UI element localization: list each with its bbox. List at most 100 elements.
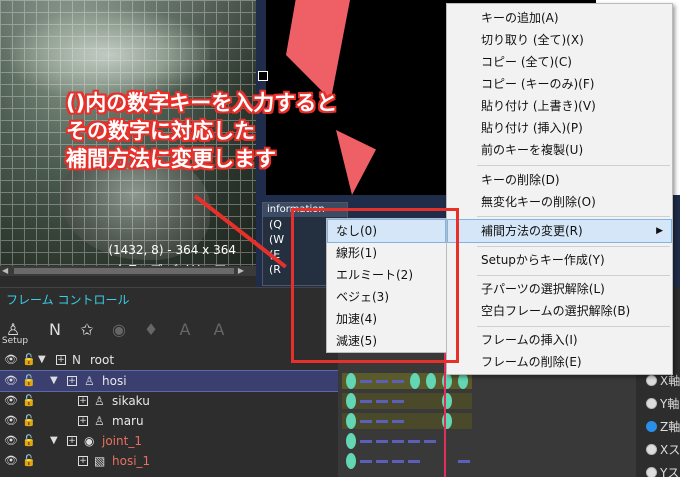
property-z-axis[interactable]: Z軸	[646, 418, 680, 435]
expand-box-icon[interactable]: +	[78, 396, 88, 406]
keyframe[interactable]	[346, 393, 356, 409]
joint-icon: ◉	[84, 434, 95, 448]
lock-icon[interactable]: 🔓	[22, 350, 36, 370]
add-part-button[interactable]: ✩	[74, 316, 100, 346]
menu-item-cut-all[interactable]: 切り取り (全て)(X)	[448, 29, 671, 51]
menu-item-duplicate-prev[interactable]: 前のキーを複製(U)	[448, 139, 671, 161]
eye-icon[interactable]: 👁	[4, 350, 18, 370]
radio-icon[interactable]	[646, 444, 657, 455]
a-redo-icon: A	[213, 320, 225, 339]
scroll-thumb[interactable]	[14, 268, 234, 274]
tree-row-sikaku[interactable]: 👁 🔓 + ♙ sikaku	[0, 391, 338, 411]
person-icon: ♙	[84, 374, 95, 388]
eye-icon[interactable]: 👁	[4, 411, 18, 431]
property-y-axis[interactable]: Y軸	[646, 395, 679, 412]
menu-item-delete-frame[interactable]: フレームの削除(E)	[448, 351, 671, 373]
keyframe[interactable]	[410, 373, 420, 389]
keyframe[interactable]	[346, 433, 356, 449]
interp-line	[376, 440, 388, 443]
keyframe[interactable]	[346, 373, 356, 389]
tree-item-label: root	[90, 353, 115, 367]
radio-icon[interactable]	[646, 398, 657, 409]
add-joint-button[interactable]: ◉	[106, 316, 132, 346]
interp-line	[392, 400, 404, 403]
menu-item-key-from-setup[interactable]: Setupからキー作成(Y)	[448, 249, 671, 271]
annotation-line: その数字に対応した	[66, 119, 255, 143]
keyframe[interactable]	[458, 373, 468, 389]
frame-control-title: フレーム コントロール	[6, 293, 130, 307]
pink-shape[interactable]	[336, 130, 376, 195]
interp-line	[392, 440, 404, 443]
expand-box-icon[interactable]: +	[56, 355, 66, 365]
radio-icon[interactable]	[646, 375, 657, 386]
lock-icon[interactable]: 🔓	[22, 391, 36, 411]
interp-line	[360, 400, 372, 403]
menu-item-add-key[interactable]: キーの追加(A)	[448, 7, 671, 29]
tree-row-joint-1[interactable]: 👁 🔓 ▼ + ◉ joint_1	[0, 431, 338, 451]
interp-line	[360, 420, 372, 423]
add-effect-button[interactable]: ♦	[138, 316, 164, 346]
interp-line	[376, 380, 388, 383]
tree-row-maru[interactable]: 👁 🔓 + ♙ maru	[0, 411, 338, 431]
eye-icon[interactable]: 👁	[4, 391, 18, 411]
eye-icon[interactable]: 👁	[4, 451, 18, 471]
radio-icon[interactable]	[646, 467, 657, 477]
joint-plus-icon: ◉	[112, 320, 126, 339]
redo-a-button[interactable]: A	[206, 316, 232, 346]
keyframe[interactable]	[346, 413, 356, 429]
scroll-left-icon[interactable]: ◀	[2, 266, 8, 276]
expand-box-icon[interactable]: +	[78, 416, 88, 426]
radio-icon[interactable]	[646, 421, 657, 432]
menu-item-copy-all[interactable]: コピー (全て)(C)	[448, 51, 671, 73]
preview-scrollbar[interactable]: ◀ ▶	[0, 266, 256, 276]
bone-handle[interactable]	[258, 71, 268, 81]
menu-item-deselect-blank[interactable]: 空白フレームの選択解除(B)	[448, 300, 671, 322]
null-icon: N	[72, 353, 81, 367]
property-x-scale[interactable]: Xス	[646, 441, 680, 458]
context-menu: キーの追加(A) 切り取り (全て)(X) コピー (全て)(C) コピー (キ…	[446, 3, 673, 375]
keyframe[interactable]	[426, 373, 436, 389]
tree-item-label: sikaku	[112, 394, 150, 408]
add-null-button[interactable]: N	[42, 316, 68, 346]
setup-button[interactable]: ♙ Setup	[0, 316, 28, 346]
menu-item-change-interp[interactable]: 補間方法の変更(R) ▶	[447, 219, 672, 243]
pink-shape[interactable]	[286, 0, 350, 100]
scroll-right-icon[interactable]: ▶	[238, 266, 244, 276]
tree-row-hosi[interactable]: 👁 🔓 ▼ + ♙ hosi	[0, 370, 339, 392]
menu-item-delete-unchanged[interactable]: 無変化キーの削除(O)	[448, 191, 671, 213]
expand-box-icon[interactable]: +	[67, 376, 77, 386]
menu-item-paste-overwrite[interactable]: 貼り付け (上書き)(V)	[448, 95, 671, 117]
expand-box-icon[interactable]: +	[67, 436, 77, 446]
interp-line	[408, 460, 420, 463]
eye-icon[interactable]: 👁	[4, 371, 18, 391]
submenu-arrow-icon: ▶	[656, 226, 663, 236]
menu-item-copy-keys[interactable]: コピー (キーのみ)(F)	[448, 73, 671, 95]
undo-a-button[interactable]: A	[172, 316, 198, 346]
expand-triangle-icon[interactable]: ▼	[50, 371, 58, 391]
menu-separator	[477, 326, 670, 327]
lock-icon[interactable]: 🔓	[22, 411, 36, 431]
interp-line	[392, 420, 404, 423]
menu-item-deselect-children[interactable]: 子パーツの選択解除(L)	[448, 278, 671, 300]
expand-triangle-icon[interactable]: ▼	[50, 431, 58, 451]
lock-icon[interactable]: 🔓	[22, 371, 36, 391]
expand-triangle-icon[interactable]: ▼	[38, 350, 46, 370]
lock-icon[interactable]: 🔓	[22, 451, 36, 471]
expand-box-icon[interactable]: +	[78, 456, 88, 466]
menu-item-delete-key[interactable]: キーの削除(D)	[448, 169, 671, 191]
star-plus-icon: ✩	[80, 320, 94, 339]
interp-line	[360, 380, 372, 383]
tree-item-label: maru	[112, 414, 144, 428]
property-y-scale[interactable]: Yス	[646, 464, 679, 477]
preview-coords: (1432, 8) - 364 x 364	[108, 243, 236, 257]
tree-row-hosi-1[interactable]: 👁 🔓 + ▧ hosi_1	[0, 451, 338, 471]
keyframe[interactable]	[346, 453, 356, 469]
lock-icon[interactable]: 🔓	[22, 431, 36, 451]
interp-line	[408, 440, 420, 443]
menu-item-insert-frame[interactable]: フレームの挿入(I)	[448, 329, 671, 351]
menu-item-paste-insert[interactable]: 貼り付け (挿入)(P)	[448, 117, 671, 139]
eye-icon[interactable]: 👁	[4, 431, 18, 451]
property-label: Xス	[660, 443, 680, 457]
tree-row-root[interactable]: 👁 🔓 ▼ + N root	[0, 350, 338, 370]
property-label: Yス	[660, 466, 680, 477]
